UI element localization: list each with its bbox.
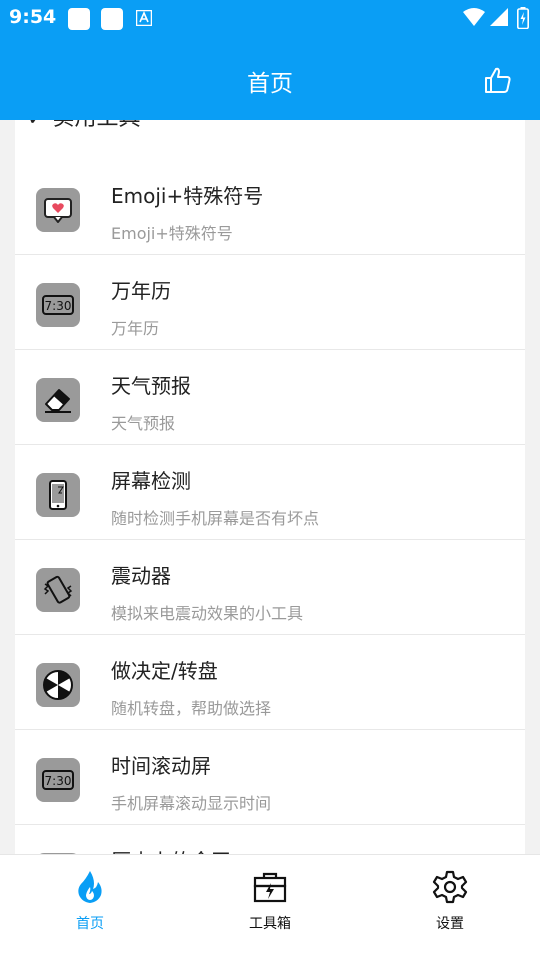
tool-item-history[interactable]: 历史上的今天 [15,825,525,854]
svg-text:7:30: 7:30 [45,774,72,788]
calendar-clock-icon: 7:30 [42,295,74,315]
keyboard-a-icon [136,10,152,26]
check-icon: ✓ [27,120,52,131]
thumbs-up-icon[interactable] [484,66,512,94]
tools-list: Emoji+特殊符号 Emoji+特殊符号 7:30 万年历 万年历 天气预报 … [15,160,525,854]
flame-icon [78,871,102,903]
tool-item-weather[interactable]: 天气预报 天气预报 [15,350,525,445]
phone-screen-icon [49,480,67,510]
page-title: 首页 [247,71,293,97]
vibrate-icon [43,575,73,604]
toolbox-icon [253,872,287,903]
tool-subtitle: 随机转盘，帮助做选择 [111,699,272,718]
tool-subtitle: 模拟来电震动效果的小工具 [111,604,304,623]
tool-icon-box [36,663,80,707]
eraser-icon [45,389,71,413]
clock-display-icon: 7:30 [42,770,74,790]
nav-label-home: 首页 [76,916,104,932]
tool-icon-box: 7:30 [36,758,80,802]
tool-subtitle: 天气预报 [111,414,176,433]
nav-settings[interactable]: 设置 [390,869,510,933]
tool-icon-box [36,473,80,517]
wifi-icon [463,8,485,26]
status-time: 9:54 [9,6,57,28]
tool-title: 天气预报 [111,374,191,398]
section-title: 实用工具 [52,120,140,131]
app-bar: 首页 [0,36,540,120]
tool-title: 时间滚动屏 [111,754,211,778]
signal-icon [490,8,508,26]
tool-icon-box [36,188,80,232]
tools-card: ✓ 实用工具 Emoji+特殊符号 Emoji+特殊符号 [15,120,525,854]
nav-label-toolbox: 工具箱 [249,916,291,932]
tool-item-vibrator[interactable]: 震动器 模拟来电震动效果的小工具 [15,540,525,635]
svg-text:7:30: 7:30 [45,299,72,313]
tool-icon-box [36,568,80,612]
tool-subtitle: 手机屏幕滚动显示时间 [111,794,272,813]
tool-item-screen-test[interactable]: 屏幕检测 随时检测手机屏幕是否有坏点 [15,445,525,540]
status-bar: 9:54 [0,0,540,36]
tool-item-wheel[interactable]: 做决定/转盘 随机转盘，帮助做选择 [15,635,525,730]
nav-toolbox[interactable]: 工具箱 [210,869,330,933]
tool-title: 做决定/转盘 [111,659,218,683]
tool-item-calendar[interactable]: 7:30 万年历 万年历 [15,255,525,350]
gear-icon [432,870,468,904]
tool-title: Emoji+特殊符号 [111,184,264,208]
tool-subtitle: 万年历 [111,319,160,338]
tool-title: 历史上的今天 [111,845,231,854]
tool-title: 万年历 [111,279,171,303]
notification-icon [68,8,90,30]
tool-subtitle: 随时检测手机屏幕是否有坏点 [111,509,320,528]
nav-label-settings: 设置 [436,916,464,932]
tool-item-emoji[interactable]: Emoji+特殊符号 Emoji+特殊符号 [15,160,525,255]
notification-icon [101,8,123,30]
nav-home[interactable]: 首页 [30,869,150,933]
bottom-nav: 首页 工具箱 设置 [0,854,540,961]
section-header: ✓ 实用工具 [27,120,140,132]
tool-icon-box [36,378,80,422]
tool-title: 屏幕检测 [111,469,191,493]
tool-icon-box: 7:30 [36,283,80,327]
wheel-icon [43,670,73,700]
tool-title: 震动器 [111,564,171,588]
tool-item-time-scroll[interactable]: 7:30 时间滚动屏 手机屏幕滚动显示时间 [15,730,525,825]
tools-list-scroll[interactable]: ✓ 实用工具 Emoji+特殊符号 Emoji+特殊符号 [0,120,540,854]
battery-icon [517,7,529,29]
emoji-heart-icon [44,198,72,223]
tool-subtitle: Emoji+特殊符号 [111,224,233,243]
